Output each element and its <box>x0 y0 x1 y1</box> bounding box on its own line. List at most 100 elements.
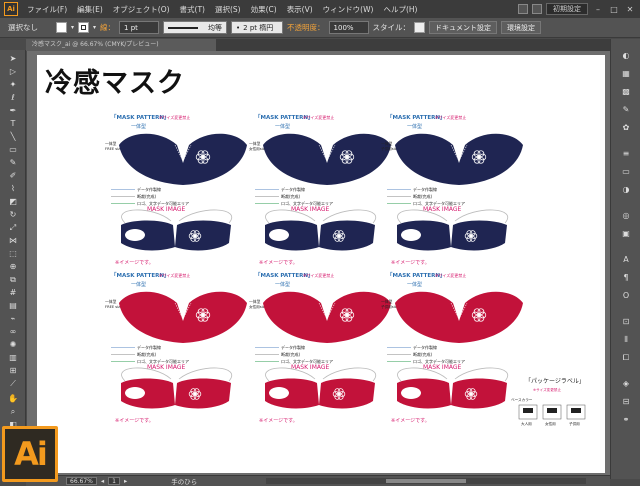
stroke-weight-field[interactable]: 1 pt <box>119 21 160 34</box>
brushes-panel-icon[interactable]: ✎ <box>619 105 633 115</box>
column-graph-tool-icon[interactable]: ▥ <box>6 353 20 363</box>
mask-pattern-shape <box>119 133 247 185</box>
image-note: ※イメージです。 <box>391 260 430 266</box>
color-panel-icon[interactable]: ◐ <box>619 51 633 61</box>
artboard-tool-icon[interactable]: ⊞ <box>6 366 20 376</box>
canvas-area[interactable]: 冷感マスク 「MASK PATTERN」 ※サイズ変更禁止 一体型 一体型 FREE s… <box>27 51 610 475</box>
direct-selection-tool-icon[interactable]: ▷ <box>6 67 20 77</box>
document-setup-button[interactable]: ドキュメント設定 <box>429 21 498 34</box>
menu-type[interactable]: 書式(T) <box>175 4 210 15</box>
artwork-layer[interactable]: 「MASK PATTERN」※サイズ変更禁止一体型一体型FREE sizeデータ… <box>37 55 605 473</box>
legend-data-line: データ作製線 <box>137 344 161 350</box>
magic-wand-tool-icon[interactable]: ✦ <box>6 80 20 90</box>
next-artboard-icon[interactable]: ▸ <box>124 477 127 485</box>
menu-select[interactable]: 選択(S) <box>210 4 246 15</box>
zoom-level-field[interactable]: 66.67% <box>66 477 97 485</box>
eyedropper-tool-icon[interactable]: ⌁ <box>6 314 20 324</box>
close-icon[interactable]: ✕ <box>624 4 636 15</box>
workspace-switcher[interactable]: 初期設定 <box>546 3 588 15</box>
document-tab[interactable]: 冷感マスク_ai @ 66.67% (CMYK/プレビュー) <box>26 39 216 51</box>
free-transform-tool-icon[interactable]: ⬚ <box>6 249 20 259</box>
rotate-tool-icon[interactable]: ↻ <box>6 210 20 220</box>
character-panel-icon[interactable]: A <box>619 255 633 265</box>
links-panel-icon[interactable]: ⚭ <box>619 415 633 425</box>
stroke-label[interactable]: 線： <box>100 22 115 33</box>
menu-object[interactable]: オブジェクト(O) <box>108 4 175 15</box>
preferences-button[interactable]: 環境設定 <box>501 21 542 34</box>
transparency-panel-icon[interactable]: ◑ <box>619 185 633 195</box>
paintbrush-tool-icon[interactable]: ✎ <box>6 158 20 168</box>
zoom-tool-icon[interactable]: ⌕ <box>6 407 20 417</box>
legend-cut-line: 断裁(完成) <box>281 351 301 357</box>
symbols-panel-icon[interactable]: ✿ <box>619 123 633 133</box>
gradient-panel-icon[interactable]: ▭ <box>619 167 633 177</box>
stroke-swatch[interactable] <box>78 22 90 33</box>
swatches-panel-icon[interactable]: ▩ <box>619 87 633 97</box>
selection-tool-icon[interactable]: ➤ <box>6 54 20 64</box>
mask-panel-1: 「MASK PATTERN」※サイズ変更禁止一体型一体型FREE sizeデータ… <box>105 113 247 266</box>
shape-builder-tool-icon[interactable]: ⊕ <box>6 262 20 272</box>
type-tool-icon[interactable]: T <box>6 119 20 129</box>
slice-tool-icon[interactable]: ⟋ <box>6 379 20 389</box>
pathfinder-panel-icon[interactable]: ⧠ <box>619 353 633 363</box>
scroll-thumb[interactable] <box>386 479 466 483</box>
opacity-label[interactable]: 不透明度： <box>287 22 325 33</box>
paragraph-panel-icon[interactable]: ¶ <box>619 273 633 283</box>
graphic-styles-panel-icon[interactable]: ▣ <box>619 229 633 239</box>
pen-tool-icon[interactable]: ✒ <box>6 106 20 116</box>
opacity-field[interactable]: 100% <box>328 21 369 34</box>
flower-center <box>193 392 197 396</box>
minimize-icon[interactable]: – <box>592 4 604 15</box>
layers-panel-icon[interactable]: ◈ <box>619 379 633 389</box>
menu-file[interactable]: ファイル(F) <box>22 4 72 15</box>
prev-artboard-icon[interactable]: ◂ <box>101 477 104 485</box>
menu-edit[interactable]: 編集(E) <box>72 4 108 15</box>
package-note: ※サイズ変更禁止 <box>533 387 561 392</box>
menu-effect[interactable]: 効果(C) <box>246 4 282 15</box>
variable-width-profile[interactable]: 均等 <box>163 21 228 34</box>
legend-cut-line: 断裁(完成) <box>413 351 433 357</box>
legend-data-line: データ作製線 <box>413 344 437 350</box>
screen-mode-icon[interactable] <box>532 4 542 14</box>
package-size-label: 女性用 <box>545 421 556 426</box>
hand-tool-icon[interactable]: ✋ <box>6 394 20 404</box>
brush-definition[interactable]: • 2 pt 楕円 <box>231 21 284 34</box>
package-barcode-icon <box>523 408 533 413</box>
pencil-tool-icon[interactable]: ✐ <box>6 171 20 181</box>
menu-view[interactable]: 表示(V) <box>282 4 318 15</box>
flower-center <box>345 155 349 159</box>
artboard[interactable]: 冷感マスク 「MASK PATTERN」 ※サイズ変更禁止 一体型 一体型 FREE s… <box>37 55 605 473</box>
symbol-sprayer-tool-icon[interactable]: ✺ <box>6 340 20 350</box>
align-panel-icon[interactable]: ⫴ <box>619 335 633 345</box>
lasso-tool-icon[interactable]: ℓ <box>6 93 20 103</box>
eraser-tool-icon[interactable]: ◩ <box>6 197 20 207</box>
artboard-number-field[interactable]: 1 <box>108 477 120 485</box>
stroke-dropdown-icon[interactable]: ▾ <box>93 24 96 31</box>
maximize-icon[interactable]: □ <box>608 4 620 15</box>
color-guide-icon[interactable]: ▦ <box>619 69 633 79</box>
width-tool-icon[interactable]: ⋈ <box>6 236 20 246</box>
fill-dropdown-icon[interactable]: ▾ <box>71 24 74 31</box>
transform-panel-icon[interactable]: ⊡ <box>619 317 633 327</box>
blob-brush-tool-icon[interactable]: ⌇ <box>6 184 20 194</box>
fill-swatch[interactable] <box>56 22 67 33</box>
pattern-subtitle: 一体型 <box>407 281 422 288</box>
stroke-panel-icon[interactable]: ≡ <box>619 149 633 159</box>
gradient-tool-icon[interactable]: ▤ <box>6 301 20 311</box>
horizontal-scrollbar[interactable] <box>266 478 586 484</box>
line-tool-icon[interactable]: ╲ <box>6 132 20 142</box>
blend-tool-icon[interactable]: ∞ <box>6 327 20 337</box>
opentype-panel-icon[interactable]: O <box>619 291 633 301</box>
menu-window[interactable]: ウィンドウ(W) <box>318 4 379 15</box>
arrange-docs-icon[interactable] <box>518 4 528 14</box>
scale-tool-icon[interactable]: ⤢ <box>6 223 20 233</box>
graphic-style-swatch[interactable] <box>414 22 426 33</box>
appearance-panel-icon[interactable]: ◎ <box>619 211 633 221</box>
package-size-label: 子供用 <box>569 421 580 426</box>
mesh-tool-icon[interactable]: # <box>6 288 20 298</box>
menu-help[interactable]: ヘルプ(H) <box>378 4 422 15</box>
artboards-panel-icon[interactable]: ⊟ <box>619 397 633 407</box>
mask-inner-highlight <box>125 229 145 241</box>
rectangle-tool-icon[interactable]: ▭ <box>6 145 20 155</box>
perspective-grid-tool-icon[interactable]: ⧉ <box>6 275 20 285</box>
